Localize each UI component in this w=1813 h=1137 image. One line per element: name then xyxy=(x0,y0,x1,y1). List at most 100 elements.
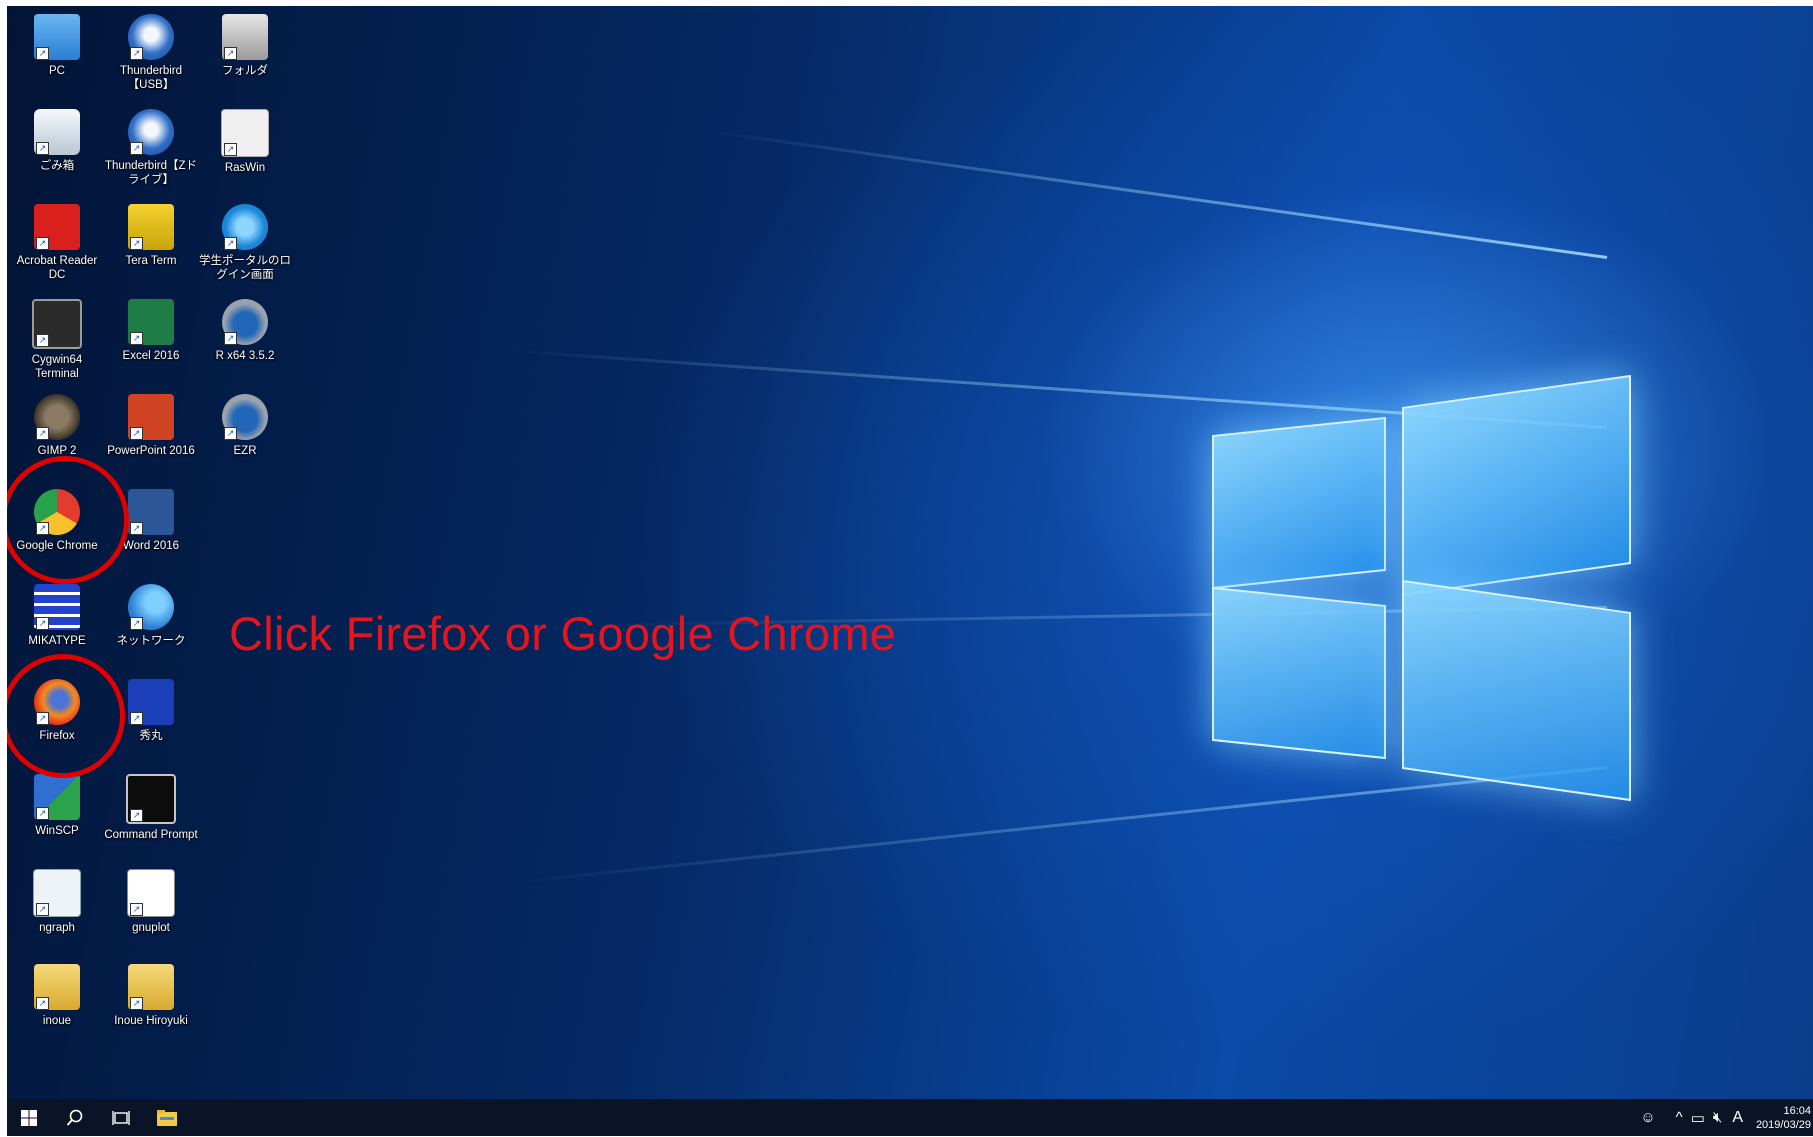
hidemaru-icon: ↗ xyxy=(128,679,174,725)
highlight-circle-firefox xyxy=(7,654,125,778)
desktop-icon-label: 学生ポータルのログイン画面 xyxy=(199,255,291,281)
shortcut-arrow-icon: ↗ xyxy=(130,522,143,535)
desktop-icon-raswin[interactable]: ↗ RasWin xyxy=(197,109,293,175)
desktop-icon-label: Tera Term xyxy=(125,255,177,267)
user-folder-icon: ↗ xyxy=(34,964,80,1010)
shortcut-arrow-icon: ↗ xyxy=(36,617,49,630)
clock-date: 2019/03/29 xyxy=(1755,1119,1811,1131)
task-view-icon xyxy=(112,1110,130,1125)
desktop-icon-thunderbird-usb[interactable]: ↗ Thunderbird【USB】 xyxy=(103,14,199,92)
desktop-icon-command-prompt[interactable]: ↗ Command Prompt xyxy=(103,774,199,842)
desktop-icon-label: R x64 3.5.2 xyxy=(215,350,275,362)
excel-icon: ↗ xyxy=(128,299,174,345)
ime-indicator[interactable]: A xyxy=(1732,1109,1743,1127)
network-tray-icon[interactable]: ▭ xyxy=(1691,1109,1705,1127)
recycle-bin-icon: ↗ xyxy=(34,109,80,155)
desktop-icon-powerpoint-2016[interactable]: ↗ PowerPoint 2016 xyxy=(103,394,199,458)
desktop-icon-tera-term[interactable]: ↗ Tera Term xyxy=(103,204,199,268)
shortcut-arrow-icon: ↗ xyxy=(36,237,49,250)
wallpaper-light-beam xyxy=(715,130,1608,259)
logo-pane xyxy=(1402,579,1631,802)
desktop-icon-label: Inoue Hiroyuki xyxy=(114,1015,188,1027)
desktop-icon-inoue-hiroyuki[interactable]: ↗ Inoue Hiroyuki xyxy=(103,964,199,1028)
mikatype-icon: ↗ xyxy=(34,584,80,630)
internet-explorer-icon: ↗ xyxy=(222,204,268,250)
search-icon xyxy=(66,1109,83,1126)
desktop-icon-label: inoue xyxy=(42,1015,72,1027)
desktop-icon-label: Cygwin64 Terminal xyxy=(31,354,83,380)
highlight-circle-chrome xyxy=(7,456,129,584)
shortcut-arrow-icon: ↗ xyxy=(130,237,143,250)
desktop-icon-label: Thunderbird【USB】 xyxy=(119,65,182,91)
windows-logo-wallpaper xyxy=(1197,366,1637,802)
shortcut-arrow-icon: ↗ xyxy=(36,47,49,60)
desktop-icon-gnuplot[interactable]: ↗ gnuplot xyxy=(103,869,199,935)
shortcut-arrow-icon: ↗ xyxy=(224,427,237,440)
search-button[interactable] xyxy=(53,1099,97,1136)
desktop-icon-acrobat-reader-dc[interactable]: ↗ Acrobat Reader DC xyxy=(9,204,105,282)
desktop-icon-cygwin64-terminal[interactable]: ↗ Cygwin64 Terminal xyxy=(9,299,105,381)
desktop-icon-label: ngraph xyxy=(39,922,75,934)
shortcut-arrow-icon: ↗ xyxy=(130,809,143,822)
taskbar-clock[interactable]: 16:04 2019/03/29 xyxy=(1756,1104,1811,1132)
desktop-icon-[interactable]: ↗ フォルダ xyxy=(197,14,293,78)
desktop-icon-mikatype[interactable]: ↗ MIKATYPE xyxy=(9,584,105,648)
start-button[interactable] xyxy=(7,1099,51,1136)
shortcut-arrow-icon: ↗ xyxy=(130,142,143,155)
system-tray: ☺ ^ ▭ 🔇︎ A xyxy=(1640,1099,1743,1136)
people-icon[interactable]: ☺ xyxy=(1640,1109,1655,1126)
start-icon xyxy=(21,1109,37,1126)
command-prompt-icon: ↗ xyxy=(126,774,176,824)
desktop-icon-label: ネットワーク xyxy=(116,635,186,647)
word-icon: ↗ xyxy=(128,489,174,535)
desktop-icon-pc[interactable]: ↗ PC xyxy=(9,14,105,78)
desktop-icon-inoue[interactable]: ↗ inoue xyxy=(9,964,105,1028)
file-explorer-button[interactable] xyxy=(145,1099,189,1136)
desktop[interactable]: ↗ PC ↗ Thunderbird【USB】 ↗ フォルダ ↗ ごみ箱 ↗ Thunderbir… xyxy=(7,6,1813,1136)
desktop-icon-label: PC xyxy=(49,65,65,77)
shortcut-arrow-icon: ↗ xyxy=(224,332,237,345)
powerpoint-icon: ↗ xyxy=(128,394,174,440)
winscp-icon: ↗ xyxy=(34,774,80,820)
desktop-icon-[interactable]: ↗ ごみ箱 xyxy=(9,109,105,173)
thunderbird-icon: ↗ xyxy=(128,109,174,155)
desktop-icon-gimp-2[interactable]: ↗ GIMP 2 xyxy=(9,394,105,458)
desktop-icon-label: gnuplot xyxy=(132,922,170,934)
taskbar: ☺ ^ ▭ 🔇︎ A 16:04 2019/03/29 xyxy=(7,1099,1813,1136)
shortcut-arrow-icon: ↗ xyxy=(224,237,237,250)
desktop-icon-excel-2016[interactable]: ↗ Excel 2016 xyxy=(103,299,199,363)
cygwin-icon: ↗ xyxy=(32,299,82,349)
desktop-icon-thunderbird-z[interactable]: ↗ Thunderbird【Zドライブ】 xyxy=(103,109,199,187)
desktop-icon-label: WinSCP xyxy=(35,825,79,837)
shortcut-arrow-icon: ↗ xyxy=(36,142,49,155)
desktop-icon-[interactable]: ↗ ネットワーク xyxy=(103,584,199,648)
desktop-icon-ezr[interactable]: ↗ EZR xyxy=(197,394,293,458)
ngraph-icon: ↗ xyxy=(33,869,81,917)
network-icon: ↗ xyxy=(128,584,174,630)
shortcut-arrow-icon: ↗ xyxy=(130,617,143,630)
desktop-icon-label: RasWin xyxy=(224,162,266,174)
show-hidden-icons-button[interactable]: ^ xyxy=(1676,1109,1683,1126)
desktop-icon-label: Excel 2016 xyxy=(122,350,180,362)
shortcut-arrow-icon: ↗ xyxy=(224,143,237,156)
desktop-icon-label: MIKATYPE xyxy=(28,635,86,647)
shortcut-arrow-icon: ↗ xyxy=(36,903,49,916)
desktop-icon-winscp[interactable]: ↗ WinSCP xyxy=(9,774,105,838)
shortcut-arrow-icon: ↗ xyxy=(36,334,49,347)
shortcut-arrow-icon: ↗ xyxy=(130,427,143,440)
desktop-icon-ngraph[interactable]: ↗ ngraph xyxy=(9,869,105,935)
clock-time: 16:04 xyxy=(1783,1105,1811,1117)
desktop-icon-label: Acrobat Reader DC xyxy=(16,255,98,281)
user-folder-icon: ↗ xyxy=(128,964,174,1010)
r-icon: ↗ xyxy=(222,394,268,440)
teraterm-icon: ↗ xyxy=(128,204,174,250)
task-view-button[interactable] xyxy=(99,1099,143,1136)
gimp-icon: ↗ xyxy=(34,394,80,440)
raswin-icon: ↗ xyxy=(221,109,269,157)
desktop-icon-[interactable]: ↗ 学生ポータルのログイン画面 xyxy=(197,204,293,282)
desktop-icon-r-x64-3-5-2[interactable]: ↗ R x64 3.5.2 xyxy=(197,299,293,363)
desktop-icon-label: Thunderbird【Zドライブ】 xyxy=(104,160,198,186)
shortcut-arrow-icon: ↗ xyxy=(36,997,49,1010)
volume-muted-icon[interactable]: 🔇︎ xyxy=(1713,1109,1722,1126)
r-icon: ↗ xyxy=(222,299,268,345)
